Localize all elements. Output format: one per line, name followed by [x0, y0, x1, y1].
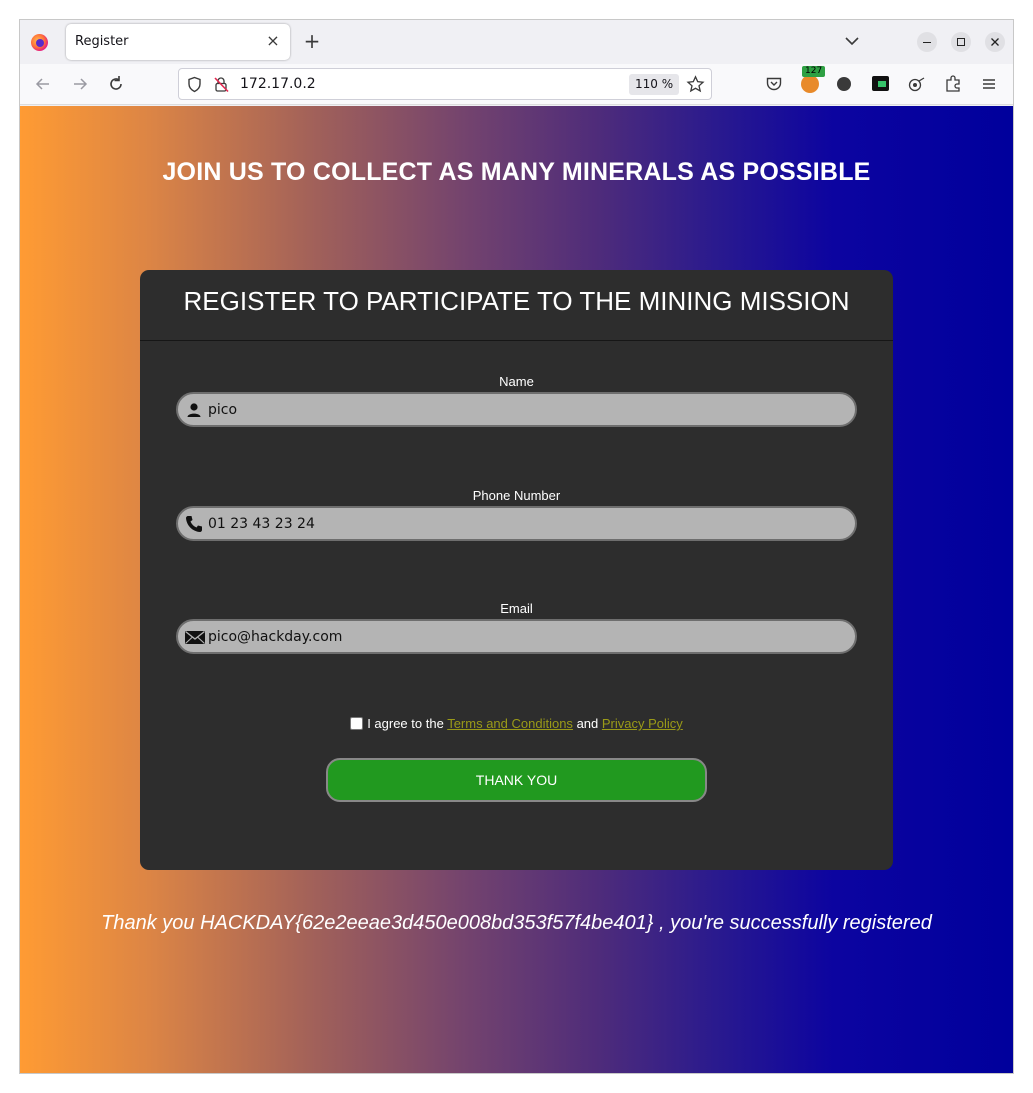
pocket-icon[interactable] — [765, 75, 783, 93]
reload-icon[interactable] — [105, 73, 127, 95]
name-input[interactable] — [208, 400, 828, 420]
user-icon — [187, 403, 201, 417]
email-input[interactable] — [208, 627, 828, 647]
tab-bar: Register × + — [20, 20, 1013, 64]
minimize-button[interactable] — [917, 32, 937, 52]
thank-you-button[interactable]: THANK YOU — [326, 758, 707, 802]
zoom-level-button[interactable]: 110 % — [629, 74, 680, 95]
agreement-row: I agree to the Terms and Conditions and … — [140, 716, 893, 731]
forward-icon[interactable] — [69, 73, 91, 95]
phone-input[interactable] — [208, 514, 828, 534]
insecure-lock-icon[interactable] — [213, 76, 230, 93]
maximize-button[interactable] — [951, 32, 971, 52]
tab-list-icon[interactable] — [842, 31, 862, 51]
card-divider — [140, 340, 893, 341]
agree-prefix: I agree to the — [367, 716, 444, 731]
close-window-button[interactable] — [985, 32, 1005, 52]
name-label: Name — [499, 374, 534, 389]
url-text[interactable]: 172.17.0.2 — [240, 76, 316, 92]
registration-card: REGISTER TO PARTICIPATE TO THE MINING MI… — [140, 270, 893, 870]
extension-icon[interactable] — [801, 75, 819, 93]
card-title: REGISTER TO PARTICIPATE TO THE MINING MI… — [183, 286, 850, 316]
url-bar[interactable]: 172.17.0.2 110 % — [178, 68, 712, 100]
new-tab-button[interactable]: + — [300, 29, 324, 53]
extensions-puzzle-icon[interactable] — [944, 74, 963, 93]
terms-link[interactable]: Terms and Conditions — [447, 716, 573, 731]
navigation-toolbar: 172.17.0.2 110 % 127 — [20, 64, 1013, 105]
registration-success-message: Thank you HACKDAY{62e2eeae3d450e008bd353… — [101, 912, 932, 934]
web-page: JOIN US TO COLLECT AS MANY MINERALS AS P… — [20, 106, 1013, 1073]
tab-close-icon[interactable]: × — [264, 31, 282, 51]
shield-icon[interactable] — [186, 76, 203, 93]
email-field[interactable] — [176, 619, 857, 654]
phone-label: Phone Number — [472, 488, 561, 503]
extension-icon[interactable] — [837, 77, 851, 91]
firefox-logo-icon — [31, 34, 48, 51]
bookmark-star-icon[interactable] — [686, 75, 705, 94]
email-label: Email — [500, 601, 533, 616]
envelope-icon — [185, 630, 205, 644]
page-headline: JOIN US TO COLLECT AS MANY MINERALS AS P… — [162, 158, 871, 186]
agree-checkbox[interactable] — [350, 717, 364, 730]
name-field[interactable] — [176, 392, 857, 427]
menu-icon[interactable] — [980, 75, 998, 93]
tab-register[interactable]: Register × — [66, 24, 290, 60]
extension-badge: 127 — [802, 66, 826, 77]
agree-and: and — [576, 716, 599, 731]
phone-field[interactable] — [176, 506, 857, 541]
privacy-link[interactable]: Privacy Policy — [602, 716, 683, 731]
phone-icon — [186, 516, 202, 532]
extension-icon[interactable] — [907, 76, 927, 93]
back-icon[interactable] — [32, 73, 54, 95]
extension-icon[interactable] — [872, 76, 889, 91]
tab-title: Register — [75, 34, 129, 49]
browser-window: Register × + 172.17.0.2 110 % 127 JOIN U… — [19, 19, 1014, 1074]
